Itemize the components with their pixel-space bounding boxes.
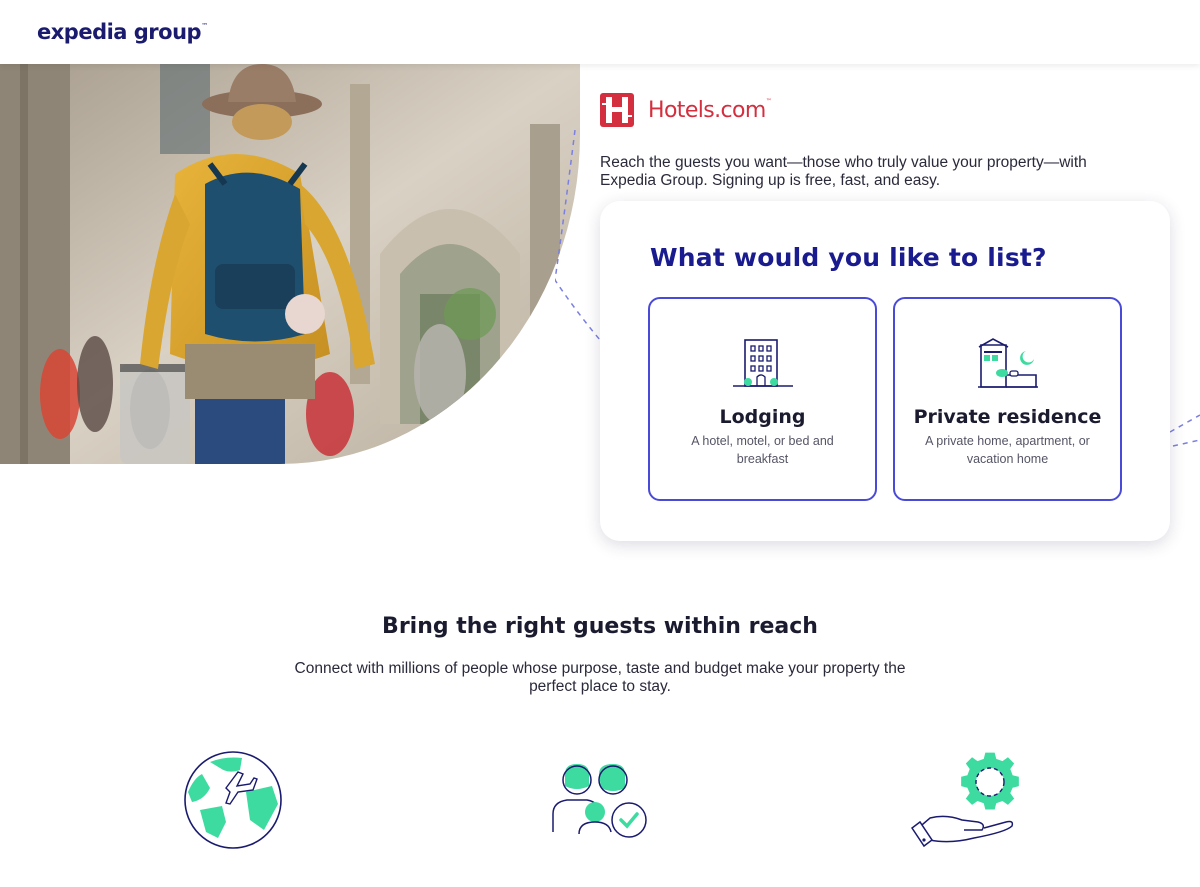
private-residence-label: Private residence (913, 406, 1102, 428)
reach-section-title: Bring the right guests within reach (382, 614, 818, 639)
brand-name: expedia group (37, 20, 202, 44)
lodging-option-button[interactable]: Lodging A hotel, motel, or bed and break… (648, 297, 877, 501)
list-property-card: What would you like to list? Lodging A h… (600, 201, 1170, 541)
lodging-description: A hotel, motel, or bed and breakfast (691, 434, 834, 466)
reach-section-subtitle: Connect with millions of people whose pu… (294, 660, 906, 695)
hero-traveler-photo (0, 64, 580, 464)
people-check-icon (552, 764, 647, 838)
brand-trademark: ™ (201, 22, 208, 30)
house-icon (977, 338, 1038, 388)
hand-gear-icon (910, 752, 1019, 848)
private-residence-description: A private home, apartment, or vacation h… (925, 434, 1090, 466)
private-residence-option-button[interactable]: Private residence A private home, apartm… (893, 297, 1122, 501)
intro-text: Reach the guests you want—those who trul… (600, 154, 1087, 189)
hotels-com-logo[interactable]: Hotels.com™ (600, 93, 772, 127)
top-header: expedia group™ (0, 0, 1200, 64)
card-title: What would you like to list? (650, 243, 1047, 272)
partner-name: Hotels.com™ (648, 97, 772, 123)
partner-trademark: ™ (765, 97, 772, 105)
expedia-group-logo[interactable]: expedia group™ (37, 20, 208, 44)
lodging-label: Lodging (719, 406, 806, 428)
hotels-com-mark-icon (600, 93, 634, 127)
decorative-dashed-line-right (1169, 414, 1200, 447)
decorative-dashed-line-left (555, 130, 601, 341)
building-icon (732, 339, 793, 387)
globe-plane-icon (184, 751, 282, 849)
partner-name-text: Hotels.com (648, 97, 766, 123)
